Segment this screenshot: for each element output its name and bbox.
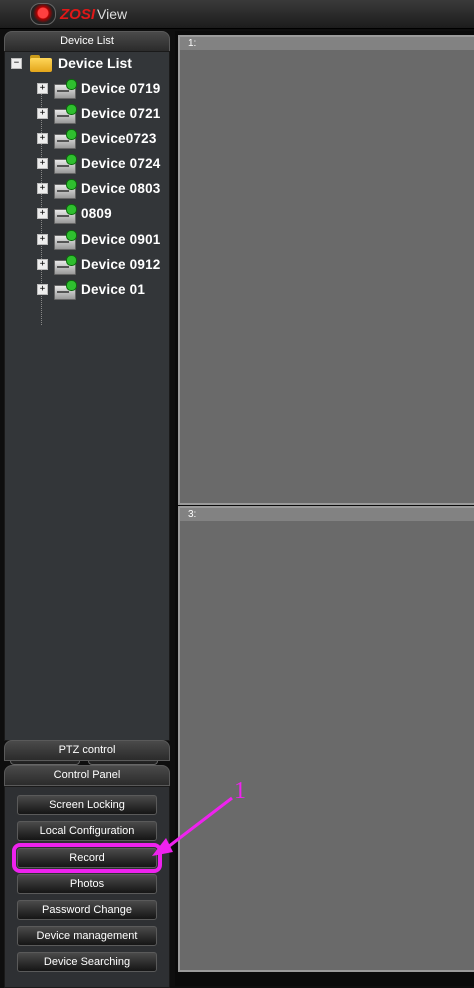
device-online-icon: [54, 230, 77, 250]
expand-icon[interactable]: +: [37, 233, 48, 245]
expand-icon[interactable]: +: [37, 207, 48, 219]
collapse-icon[interactable]: −: [11, 57, 22, 69]
device-online-icon: [54, 179, 77, 199]
device-item[interactable]: + Device 0912: [37, 253, 161, 275]
app-logo: ZOSI View: [30, 3, 127, 25]
record-button[interactable]: Record: [12, 843, 162, 873]
device-online-icon: [54, 255, 77, 275]
expand-icon[interactable]: +: [37, 283, 48, 295]
control-panel: Screen Locking Local Configuration Recor…: [4, 786, 170, 988]
device-item[interactable]: + Device 01: [37, 278, 145, 300]
expand-icon[interactable]: +: [37, 258, 48, 270]
device-online-icon: [54, 204, 77, 224]
device-item[interactable]: + Device 0719: [37, 77, 161, 99]
device-label: Device 01: [81, 281, 146, 297]
device-list-header[interactable]: Device List: [4, 31, 170, 52]
expand-icon[interactable]: +: [37, 82, 48, 94]
screen-locking-button[interactable]: Screen Locking: [17, 795, 157, 815]
brand-name: ZOSI: [60, 5, 96, 23]
folder-icon: [30, 54, 52, 72]
expand-icon[interactable]: +: [37, 132, 48, 144]
app-name: View: [97, 6, 128, 22]
expand-icon[interactable]: +: [37, 182, 48, 194]
device-item[interactable]: + Device 0901: [37, 228, 161, 250]
device-online-icon: [54, 280, 77, 300]
tree-root[interactable]: − Device List: [11, 54, 132, 72]
device-tree: − Device List + Device 0719 + Device 0721 …: [4, 51, 170, 741]
tree-root-label: Device List: [58, 55, 132, 71]
channel-label: 3:: [180, 508, 474, 521]
video-area: 1: 3:: [175, 31, 474, 986]
title-bar: ZOSI View: [0, 0, 474, 29]
device-label: Device 0901: [81, 231, 161, 247]
device-item[interactable]: + Device 0724: [37, 152, 161, 174]
photos-button[interactable]: Photos: [17, 874, 157, 894]
control-panel-header[interactable]: Control Panel: [4, 765, 170, 786]
ptz-control-header[interactable]: PTZ control: [4, 740, 170, 761]
device-item[interactable]: +0809: [37, 202, 112, 224]
device-label: 0809: [81, 205, 112, 221]
device-online-icon: [54, 79, 77, 99]
device-online-icon: [54, 104, 77, 124]
password-change-button[interactable]: Password Change: [17, 900, 157, 920]
device-searching-button[interactable]: Device Searching: [17, 952, 157, 972]
camera-logo-icon: [30, 3, 56, 25]
expand-icon[interactable]: +: [37, 107, 48, 119]
expand-icon[interactable]: +: [37, 157, 48, 169]
left-panel: Device List − Device List + Device 0719 +…: [4, 31, 170, 988]
annotation-number: 1: [234, 778, 246, 804]
device-item[interactable]: + Device0723: [37, 127, 157, 149]
device-label: Device 0724: [81, 155, 161, 171]
device-label: Device 0803: [81, 180, 161, 196]
channel-label: 1:: [180, 37, 474, 50]
device-item[interactable]: + Device 0803: [37, 177, 161, 199]
device-label: Device 0912: [81, 256, 161, 272]
video-channel-3[interactable]: 3:: [178, 506, 474, 972]
device-label: Device 0721: [81, 105, 161, 121]
device-online-icon: [54, 154, 77, 174]
device-item[interactable]: + Device 0721: [37, 102, 161, 124]
device-label: Device0723: [81, 130, 157, 146]
local-configuration-button[interactable]: Local Configuration: [17, 821, 157, 841]
device-label: Device 0719: [81, 80, 161, 96]
video-channel-1[interactable]: 1:: [178, 35, 474, 505]
device-management-button[interactable]: Device management: [17, 926, 157, 946]
device-online-icon: [54, 129, 77, 149]
